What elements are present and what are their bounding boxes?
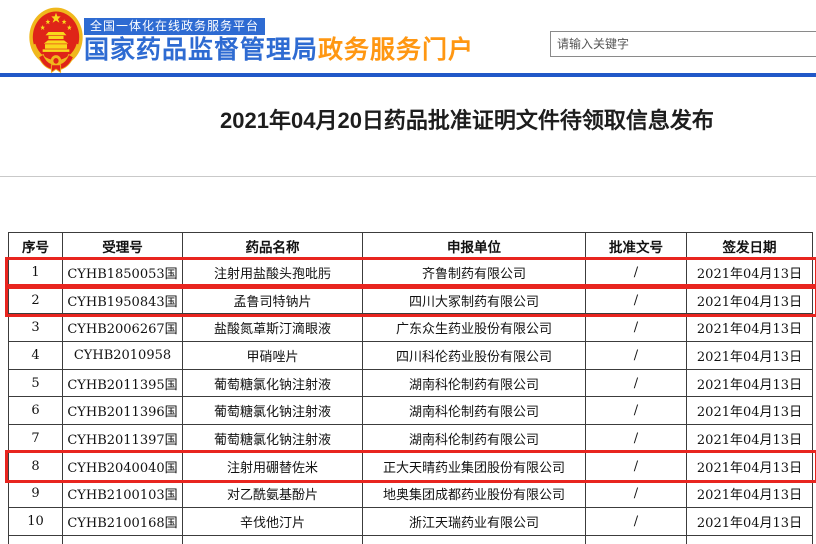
cell-applicant: 地奥集团成都药业股份有限公司	[362, 479, 586, 509]
cell-issue-date: 2021年04月13日	[686, 424, 813, 453]
cell-applicant: 四川科伦药业股份有限公司	[362, 341, 586, 370]
cell-acceptance-no: CYHB1850053国	[62, 258, 183, 287]
table-row: 3 CYHB2006267国 盐酸氮䓬斯汀滴眼液 广东众生药业股份有限公司/2021年…	[8, 313, 813, 343]
cell-no: 2	[8, 285, 63, 315]
cell-no: 7	[8, 424, 63, 453]
col-header-applicant: 申报单位	[362, 232, 586, 259]
cell-no: 8	[8, 451, 63, 481]
cell-empty	[362, 534, 586, 544]
cell-no: 9	[8, 479, 63, 509]
cell-issue-date: 2021年04月13日	[686, 507, 813, 536]
table-row: 10 CYHB2100168国 辛伐他汀片 浙江天瑞药业有限公司/2021年04月13…	[8, 507, 813, 536]
cell-issue-date: 2021年04月13日	[686, 258, 813, 287]
col-header-approval-no: 批准文号	[585, 232, 687, 259]
title-divider	[0, 176, 816, 177]
cell-empty	[182, 534, 363, 544]
cell-applicant: 四川大冢制药有限公司	[362, 285, 586, 315]
cell-drug-name: 对乙酰氨基酚片	[182, 479, 363, 509]
cell-applicant: 湖南科伦制药有限公司	[362, 424, 586, 453]
cell-applicant: 齐鲁制药有限公司	[362, 258, 586, 287]
table-row-partial	[8, 534, 813, 544]
approval-table-wrap: 序号 受理号 药品名称 申报单位 批准文号 签发日期 1 CYHB1850053国…	[8, 232, 813, 544]
national-emblem-logo-icon[interactable]	[27, 7, 85, 75]
cell-drug-name: 注射用硼替佐米	[182, 451, 363, 481]
col-header-issue-date: 签发日期	[686, 232, 813, 259]
col-header-no: 序号	[8, 232, 63, 259]
cell-drug-name: 盐酸氮䓬斯汀滴眼液	[182, 313, 363, 343]
cell-no: 3	[8, 313, 63, 343]
search-input[interactable]	[550, 31, 816, 57]
cell-applicant: 广东众生药业股份有限公司	[362, 313, 586, 343]
cell-no: 6	[8, 396, 63, 426]
cell-no: 1	[8, 258, 63, 287]
cell-drug-name: 注射用盐酸头孢吡肟	[182, 258, 363, 287]
cell-issue-date: 2021年04月13日	[686, 396, 813, 426]
cell-approval-no: /	[585, 313, 687, 343]
approval-table-body: 1 CYHB1850053国 注射用盐酸头孢吡肟 齐鲁制药有限公司/2021年04月1…	[8, 258, 813, 544]
platform-badge: 全国一体化在线政务服务平台	[84, 18, 266, 35]
table-row: 6 CYHB2011396国 葡萄糖氯化钠注射液 湖南科伦制药有限公司/2021年04…	[8, 396, 813, 426]
cell-approval-no: /	[585, 341, 687, 370]
col-header-drug-name: 药品名称	[182, 232, 363, 259]
cell-empty	[686, 534, 813, 544]
cell-empty	[62, 534, 183, 544]
cell-issue-date: 2021年04月13日	[686, 313, 813, 343]
col-header-acceptance-no: 受理号	[62, 232, 183, 259]
cell-issue-date: 2021年04月13日	[686, 451, 813, 481]
cell-issue-date: 2021年04月13日	[686, 285, 813, 315]
cell-acceptance-no: CYHB2100103国	[62, 479, 183, 509]
cell-approval-no: /	[585, 424, 687, 453]
cell-acceptance-no: CYHB1950843国	[62, 285, 183, 315]
page: 全国一体化在线政务服务平台 国家药品监督管理局政务服务门户 2021年04月20…	[0, 0, 816, 544]
table-row: 4 CYHB2010958 甲硝唑片 四川科伦药业股份有限公司/2021年04月13日	[8, 341, 813, 370]
site-suffix: 政务服务门户	[318, 36, 475, 64]
cell-issue-date: 2021年04月13日	[686, 368, 813, 398]
cell-acceptance-no: CYHB2006267国	[62, 313, 183, 343]
table-row: 9 CYHB2100103国 对乙酰氨基酚片 地奥集团成都药业股份有限公司/2021年…	[8, 479, 813, 509]
table-row: 8 CYHB2040040国 注射用硼替佐米 正大天晴药业集团股份有限公司/2021年…	[8, 451, 813, 481]
cell-applicant: 正大天晴药业集团股份有限公司	[362, 451, 586, 481]
cell-approval-no: /	[585, 285, 687, 315]
cell-drug-name: 葡萄糖氯化钠注射液	[182, 396, 363, 426]
cell-drug-name: 孟鲁司特钠片	[182, 285, 363, 315]
cell-no: 5	[8, 368, 63, 398]
page-title: 2021年04月20日药品批准证明文件待领取信息发布	[220, 108, 714, 133]
table-row: 5 CYHB2011395国 葡萄糖氯化钠注射液 湖南科伦制药有限公司/2021年04…	[8, 368, 813, 398]
table-row: 1 CYHB1850053国 注射用盐酸头孢吡肟 齐鲁制药有限公司/2021年04月1…	[8, 258, 813, 287]
cell-approval-no: /	[585, 507, 687, 536]
cell-approval-no: /	[585, 258, 687, 287]
cell-acceptance-no: CYHB2011397国	[62, 424, 183, 453]
approval-table: 序号 受理号 药品名称 申报单位 批准文号 签发日期 1 CYHB1850053国…	[8, 232, 813, 544]
cell-no: 4	[8, 341, 63, 370]
cell-approval-no: /	[585, 451, 687, 481]
cell-approval-no: /	[585, 479, 687, 509]
cell-applicant: 湖南科伦制药有限公司	[362, 368, 586, 398]
cell-issue-date: 2021年04月13日	[686, 341, 813, 370]
header-divider	[0, 73, 816, 77]
cell-issue-date: 2021年04月13日	[686, 479, 813, 509]
cell-applicant: 湖南科伦制药有限公司	[362, 396, 586, 426]
cell-acceptance-no: CYHB2011395国	[62, 368, 183, 398]
cell-empty	[8, 534, 63, 544]
cell-acceptance-no: CYHB2010958	[62, 341, 183, 370]
table-row: 2 CYHB1950843国 孟鲁司特钠片 四川大冢制药有限公司/2021年04月13…	[8, 285, 813, 315]
cell-no: 10	[8, 507, 63, 536]
cell-acceptance-no: CYHB2100168国	[62, 507, 183, 536]
table-header-row: 序号 受理号 药品名称 申报单位 批准文号 签发日期	[8, 232, 813, 259]
cell-acceptance-no: CYHB2040040国	[62, 451, 183, 481]
cell-acceptance-no: CYHB2011396国	[62, 396, 183, 426]
cell-empty	[585, 534, 687, 544]
cell-drug-name: 辛伐他汀片	[182, 507, 363, 536]
cell-approval-no: /	[585, 396, 687, 426]
cell-drug-name: 甲硝唑片	[182, 341, 363, 370]
site-name: 国家药品监督管理局	[84, 36, 319, 64]
table-row: 7 CYHB2011397国 葡萄糖氯化钠注射液 湖南科伦制药有限公司/2021年04…	[8, 424, 813, 453]
cell-drug-name: 葡萄糖氯化钠注射液	[182, 424, 363, 453]
cell-approval-no: /	[585, 368, 687, 398]
site-title: 国家药品监督管理局政务服务门户	[84, 35, 474, 65]
cell-drug-name: 葡萄糖氯化钠注射液	[182, 368, 363, 398]
cell-applicant: 浙江天瑞药业有限公司	[362, 507, 586, 536]
